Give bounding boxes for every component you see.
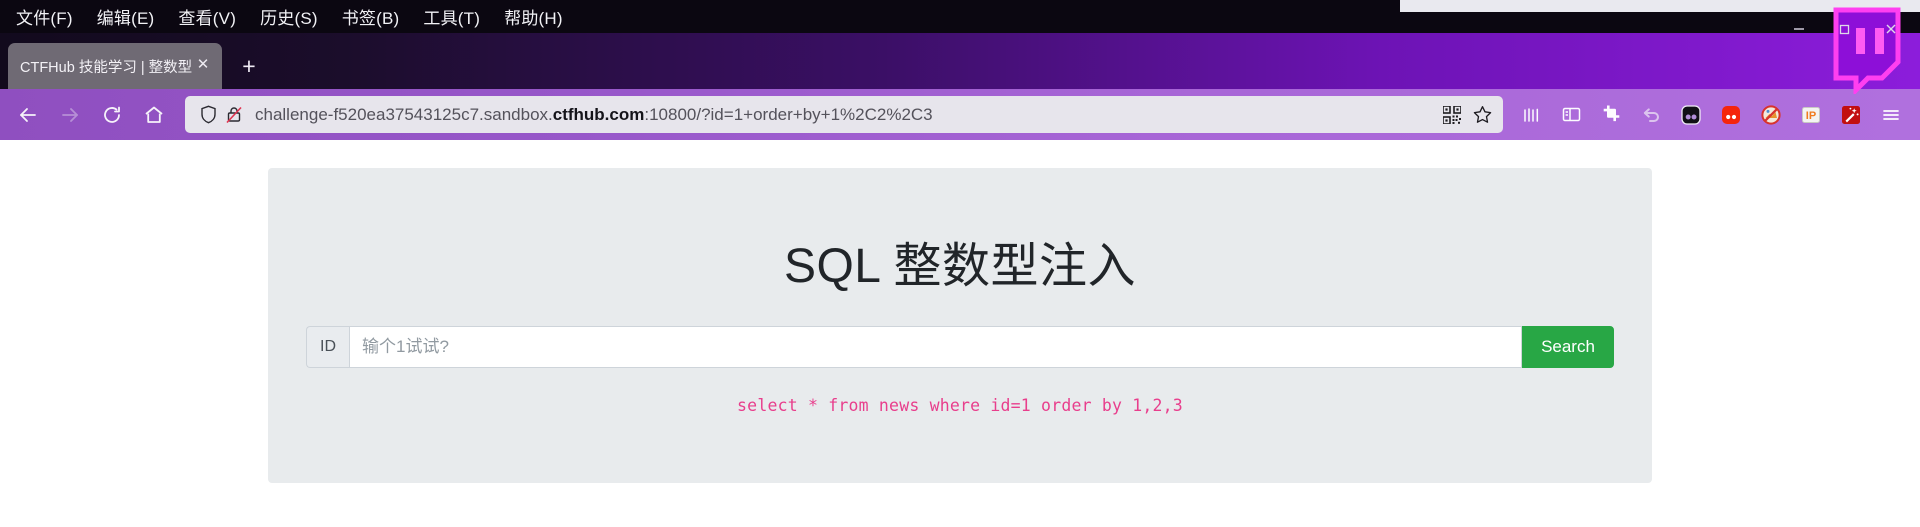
sidebar-icon[interactable] xyxy=(1554,98,1588,132)
undo-close-tab-icon[interactable] xyxy=(1634,98,1668,132)
tracking-protection-shield-icon[interactable] xyxy=(195,102,221,128)
new-tab-button[interactable]: + xyxy=(232,49,266,83)
menu-item-help[interactable]: 帮助(H) xyxy=(494,0,573,33)
tab-close-icon[interactable]: ✕ xyxy=(192,55,214,77)
browser-window: 文件(F) 编辑(E) 查看(V) 历史(S) 书签(B) 工具(T) 帮助(H… xyxy=(0,0,1920,527)
library-icon[interactable] xyxy=(1514,98,1548,132)
extensions-toolbar: IP xyxy=(1514,98,1908,132)
id-input-addon-label: ID xyxy=(306,326,349,368)
forward-icon[interactable] xyxy=(50,95,90,135)
adblock-extension-icon[interactable] xyxy=(1754,98,1788,132)
app-menu-icon[interactable] xyxy=(1874,98,1908,132)
url-prefix: challenge-f520ea37543125c7.sandbox. xyxy=(255,104,553,124)
svg-text:IP: IP xyxy=(1806,110,1816,122)
url-bar[interactable]: challenge-f520ea37543125c7.sandbox.ctfhu… xyxy=(185,96,1503,133)
tab-strip: CTFHub 技能学习 | 整数型注入 ✕ + xyxy=(0,33,1920,89)
window-controls xyxy=(1776,12,1914,46)
menu-item-view[interactable]: 查看(V) xyxy=(168,0,246,33)
id-input[interactable] xyxy=(349,326,1522,368)
content-card: SQL 整数型注入 ID Search select * from news w… xyxy=(268,168,1652,483)
sql-query-output: select * from news where id=1 order by 1… xyxy=(737,396,1183,415)
dark-reader-extension-icon[interactable] xyxy=(1674,98,1708,132)
minimize-button[interactable] xyxy=(1776,12,1822,46)
back-icon[interactable] xyxy=(8,95,48,135)
browser-tab-active[interactable]: CTFHub 技能学习 | 整数型注入 ✕ xyxy=(8,43,222,89)
menu-item-edit[interactable]: 编辑(E) xyxy=(87,0,165,33)
tab-title: CTFHub 技能学习 | 整数型注入 xyxy=(20,59,192,76)
page-viewport: SQL 整数型注入 ID Search select * from news w… xyxy=(0,140,1920,527)
page-title: SQL 整数型注入 xyxy=(783,240,1137,293)
bookmark-star-icon[interactable] xyxy=(1467,101,1497,129)
search-button[interactable]: Search xyxy=(1522,326,1614,368)
menu-item-history[interactable]: 历史(S) xyxy=(250,0,328,33)
menu-item-file[interactable]: 文件(F) xyxy=(6,0,83,33)
insecure-connection-lock-icon[interactable] xyxy=(221,102,247,128)
magic-wand-extension-icon[interactable] xyxy=(1834,98,1868,132)
close-button[interactable] xyxy=(1868,12,1914,46)
id-search-form: ID Search xyxy=(306,326,1614,368)
home-icon[interactable] xyxy=(134,95,174,135)
qr-code-icon[interactable] xyxy=(1437,101,1467,129)
menu-item-tools[interactable]: 工具(T) xyxy=(413,0,490,33)
title-bar-strip xyxy=(1400,0,1920,12)
url-text[interactable]: challenge-f520ea37543125c7.sandbox.ctfhu… xyxy=(247,105,1437,125)
maximize-button[interactable] xyxy=(1822,12,1868,46)
menu-item-bookmarks[interactable]: 书签(B) xyxy=(332,0,410,33)
navigation-toolbar: challenge-f520ea37543125c7.sandbox.ctfhu… xyxy=(0,89,1920,140)
url-suffix: :10800/?id=1+order+by+1%2C2%2C3 xyxy=(644,104,933,124)
url-host: ctfhub.com xyxy=(552,104,645,124)
ip-extension-icon[interactable]: IP xyxy=(1794,98,1828,132)
red-extension-icon[interactable] xyxy=(1714,98,1748,132)
reload-icon[interactable] xyxy=(92,95,132,135)
screenshot-crop-icon[interactable] xyxy=(1594,98,1628,132)
